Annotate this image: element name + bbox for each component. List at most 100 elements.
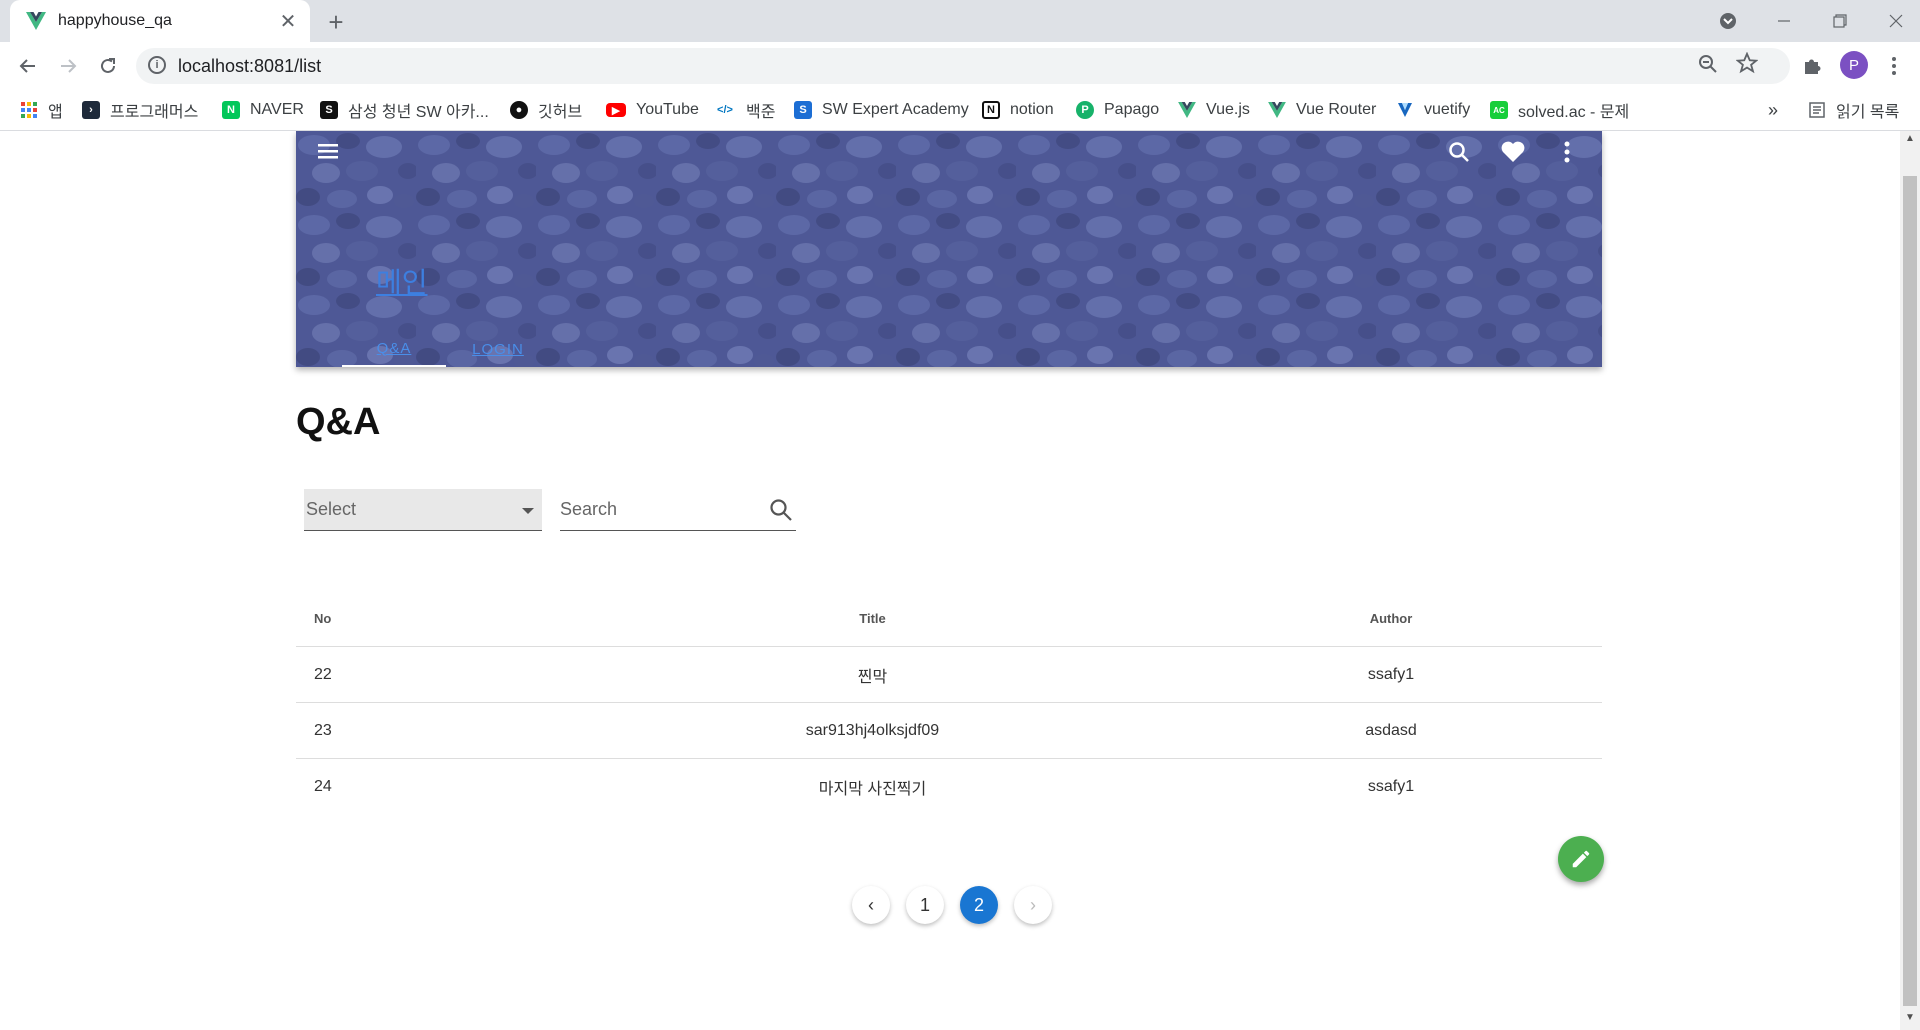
vue-icon [1178,101,1196,119]
bookmark-baekjoon[interactable]: </> 백준 [714,98,775,122]
browser-tab[interactable]: happyhouse_qa ✕ [10,0,310,42]
url-text: localhost:8081/list [178,56,322,76]
vuetify-icon [1396,101,1414,119]
browser-tab-strip: happyhouse_qa ✕ + [0,0,1920,42]
bookmark-label: 백준 [746,104,776,121]
column-header-title[interactable]: Title [565,590,1180,647]
solvedac-icon: AC [1490,101,1508,119]
table-row[interactable]: 24 마지막 사진찍기 ssafy1 [296,759,1602,815]
naver-icon: N [222,101,240,119]
tab-qa[interactable]: Q&A [342,331,446,367]
extensions-puzzle-icon[interactable] [1798,52,1826,80]
cell-title[interactable]: 마지막 사진찍기 [565,759,1180,815]
more-vert-icon[interactable] [1552,137,1582,167]
cell-author: ssafy1 [1180,646,1602,703]
bookmark-label: 깃허브 [538,104,583,121]
reload-icon[interactable] [92,50,124,82]
brand-link[interactable]: 메인 [376,261,428,301]
table-header-row: No Title Author [296,590,1602,647]
zoom-icon[interactable] [1698,54,1718,80]
reading-list-button[interactable]: 읽기 목록 [1808,98,1899,122]
select-placeholder: Select [306,499,357,519]
bookmark-label: YouTube [636,101,699,118]
bookmark-vue-router[interactable]: Vue Router [1268,98,1376,122]
cell-title[interactable]: 찐막 [565,646,1180,703]
tab-title: happyhouse_qa [58,12,172,29]
column-header-no[interactable]: No [296,590,565,647]
site-info-icon[interactable]: i [148,56,166,74]
minimize-icon[interactable] [1756,0,1812,42]
qa-table: No Title Author 22 찐막 ssafy1 23 sar913hj… [296,590,1602,814]
column-header-author[interactable]: Author [1180,590,1602,647]
cell-author: ssafy1 [1367,777,1415,795]
cell-title[interactable]: sar913hj4olksjdf09 [565,702,1180,759]
reading-list-label: 읽기 목록 [1836,104,1900,121]
bookmark-vuetify[interactable]: vuetify [1396,98,1470,122]
scrollbar-thumb[interactable] [1903,176,1917,1006]
cell-no: 24 [314,777,332,795]
forward-icon[interactable] [52,50,84,82]
bookmark-label: Vue Router [1296,101,1377,118]
bookmark-star-icon[interactable] [1735,51,1759,80]
table-row[interactable]: 23 sar913hj4olksjdf09 asdasd [296,702,1602,759]
bookmark-apps[interactable]: 앱 [20,98,63,122]
tab-login[interactable]: LOGIN [446,331,550,367]
bookmark-papago[interactable]: P Papago [1076,98,1159,122]
search-icon[interactable] [1444,137,1474,167]
vue-icon [1268,101,1286,119]
back-icon[interactable] [12,50,44,82]
bookmark-vuejs[interactable]: Vue.js [1178,98,1250,122]
table-row[interactable]: 22 찐막 ssafy1 [296,646,1602,703]
reading-list-icon [1808,101,1826,119]
bookmark-naver[interactable]: N NAVER [222,98,304,122]
page-button-2[interactable]: 2 [960,886,998,924]
bookmark-ssafy[interactable]: S 삼성 청년 SW 아카... [320,98,489,122]
pagination: ‹ 1 2 › [852,886,1052,926]
bookmark-programmers[interactable]: › 프로그래머스 [82,98,198,122]
bookmark-swea[interactable]: S SW Expert Academy [794,98,969,122]
bookmark-youtube[interactable]: ▶ YouTube [606,98,699,122]
bookmark-label: vuetify [1424,101,1471,118]
tab-close-icon[interactable]: ✕ [276,9,300,33]
bookmark-notion[interactable]: N notion [982,98,1054,122]
filter-select[interactable]: Select [304,489,542,531]
youtube-icon: ▶ [606,103,626,117]
tab-search-icon[interactable] [1700,0,1756,42]
bookmark-solvedac[interactable]: AC solved.ac - 문제 [1490,98,1629,122]
pencil-icon [1572,850,1590,868]
chrome-menu-icon[interactable] [1880,52,1908,80]
baekjoon-icon: </> [717,104,733,116]
prev-page-button[interactable]: ‹ [852,886,890,924]
new-tab-button[interactable]: + [322,7,350,37]
search-field[interactable]: Search [560,489,796,531]
cell-no: 23 [296,702,565,759]
bookmark-label: notion [1010,101,1054,118]
page-title: Q&A [296,401,381,443]
ssafy-icon: S [320,101,338,119]
cell-author: asdasd [1180,702,1602,759]
page-scrollbar[interactable]: ▲ ▼ [1900,131,1920,1030]
apps-grid-icon [20,101,38,119]
write-post-button[interactable] [1558,836,1604,882]
next-page-button[interactable]: › [1014,886,1052,924]
bookmarks-overflow-button[interactable]: » [1768,98,1778,122]
scroll-down-arrow-icon[interactable]: ▼ [1900,1012,1920,1028]
page-button-1[interactable]: 1 [906,886,944,924]
menu-icon[interactable] [314,137,342,165]
search-icon[interactable] [768,497,794,523]
restore-icon[interactable] [1812,0,1868,42]
programmers-icon: › [82,101,100,119]
bookmark-label: Papago [1104,101,1160,118]
heart-icon[interactable] [1498,137,1528,167]
bookmark-github[interactable]: ● 깃허브 [510,98,582,122]
profile-avatar[interactable]: P [1840,51,1868,79]
bookmarks-bar: 앱 › 프로그래머스 N NAVER S 삼성 청년 SW 아카... ● 깃허… [0,90,1920,131]
bookmark-label: solved.ac - 문제 [1518,104,1630,121]
bookmark-label: NAVER [250,101,304,118]
papago-icon: P [1076,101,1094,119]
scroll-up-arrow-icon[interactable]: ▲ [1900,133,1920,149]
browser-toolbar: i localhost:8081/list [0,42,1920,90]
bookmark-label: Vue.js [1206,101,1250,118]
address-bar[interactable]: i localhost:8081/list [136,48,1790,84]
close-window-icon[interactable] [1868,0,1920,42]
